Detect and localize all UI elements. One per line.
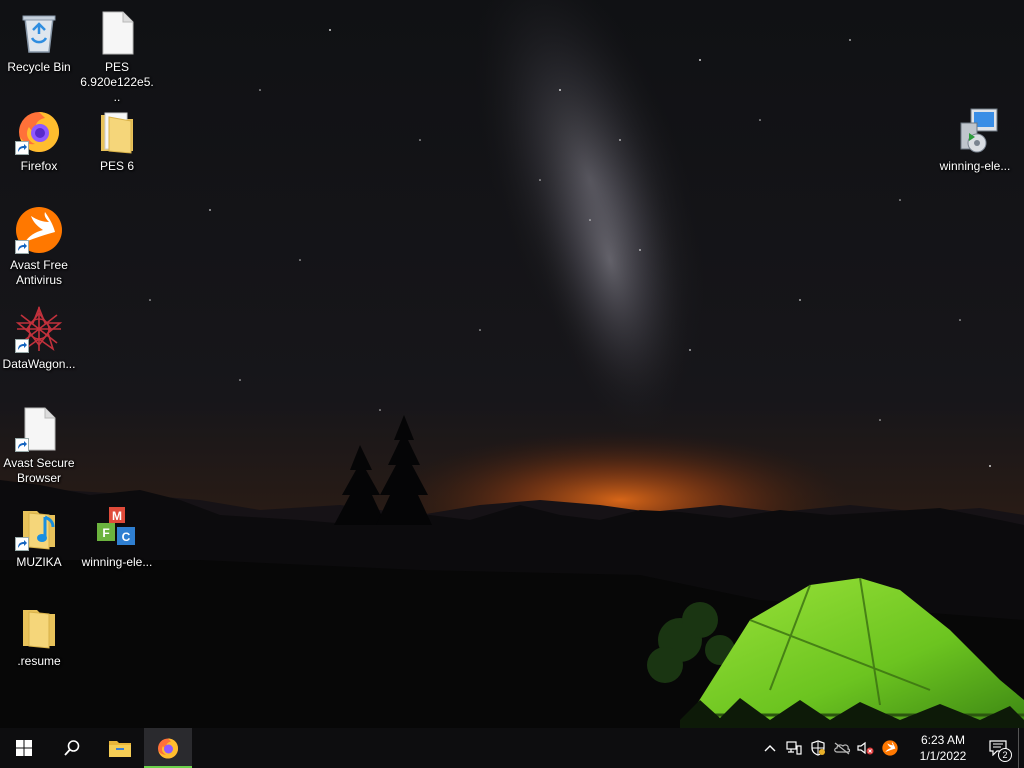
volume-muted-icon: [857, 741, 874, 755]
desktop-icon-avast-secure-browser[interactable]: Avast Secure Browser: [1, 398, 77, 490]
shield-icon: [811, 740, 825, 756]
desktop-icon-label: PES 6.920e122e5...: [80, 60, 154, 104]
desktop-icon-label: Avast Free Antivirus: [10, 258, 68, 287]
desktop-icon-pes6-folder[interactable]: PES 6: [79, 101, 155, 193]
svg-text:C: C: [122, 530, 131, 544]
avast-icon: [882, 740, 898, 756]
desktop-icon-recycle-bin[interactable]: Recycle Bin: [1, 2, 77, 94]
firefox-taskbar-button[interactable]: [144, 728, 192, 768]
blank-file-icon: [93, 8, 141, 56]
mfc-blocks-icon: M F C: [93, 503, 141, 551]
desktop-icon-avast-antivirus[interactable]: Avast Free Antivirus: [1, 200, 77, 292]
desktop-icon-label: winning-ele...: [81, 555, 153, 569]
volume-button[interactable]: [854, 728, 878, 768]
desktop-icon-firefox[interactable]: Firefox: [1, 101, 77, 193]
taskbar: 6:23 AM 1/1/2022 2: [0, 728, 1024, 768]
start-button[interactable]: [0, 728, 48, 768]
cloud-offline-icon: [834, 742, 851, 755]
desktop-icon-label: Firefox: [20, 159, 58, 173]
shortcut-arrow-icon: [15, 240, 29, 254]
file-explorer-button[interactable]: [96, 728, 144, 768]
network-button[interactable]: [782, 728, 806, 768]
desktop-icon-label: Avast Secure Browser: [3, 456, 75, 485]
desktop-icon-label: winning-ele...: [939, 159, 1011, 173]
network-icon: [786, 741, 802, 755]
avast-tray-button[interactable]: [878, 728, 902, 768]
desktop-icon-label: Recycle Bin: [7, 60, 71, 74]
folder-icon: [93, 107, 141, 155]
clock-date: 1/1/2022: [919, 749, 967, 763]
shortcut-arrow-icon: [15, 339, 29, 353]
music-folder-icon: [15, 503, 63, 551]
clock[interactable]: 6:23 AM 1/1/2022: [908, 728, 978, 768]
file-explorer-icon: [109, 741, 131, 757]
windows-security-button[interactable]: [806, 728, 830, 768]
desktop-icon-label: PES 6: [99, 159, 135, 173]
desktop-icon-label: .resume: [17, 654, 61, 668]
desktop-icon-label: DataWagon...: [2, 357, 76, 371]
search-button[interactable]: [48, 728, 96, 768]
clock-time: 6:23 AM: [920, 733, 966, 747]
action-center-button[interactable]: 2: [978, 728, 1018, 768]
shortcut-arrow-icon: [15, 141, 29, 155]
shortcut-arrow-icon: [15, 537, 29, 551]
firefox-icon: [15, 107, 63, 155]
firefox-icon: [158, 738, 178, 759]
desktop-icon-winning-eleven-installer[interactable]: winning-ele...: [937, 101, 1013, 193]
notification-count-badge: 2: [998, 748, 1012, 762]
svg-text:M: M: [112, 509, 122, 523]
show-desktop-button[interactable]: [1018, 728, 1024, 768]
chevron-up-icon: [764, 745, 776, 752]
blank-file-icon: [15, 404, 63, 452]
desktop-icon-pes-file[interactable]: PES 6.920e122e5...: [79, 2, 155, 104]
svg-text:F: F: [102, 526, 109, 540]
desktop-icon-resume-folder[interactable]: .resume: [1, 596, 77, 688]
avast-icon: [15, 206, 63, 254]
recycle-bin-icon: [15, 8, 63, 56]
show-hidden-icons-button[interactable]: [758, 728, 782, 768]
desktop-icon-winning-eleven-mfc[interactable]: M F C winning-ele...: [79, 497, 155, 589]
installer-icon: [951, 107, 999, 155]
desktop-icon-label: MUZIKA: [16, 555, 62, 569]
system-tray: 6:23 AM 1/1/2022 2: [758, 728, 1024, 768]
folder-icon: [15, 602, 63, 650]
onedrive-button[interactable]: [830, 728, 854, 768]
desktop-icon-muzika[interactable]: MUZIKA: [1, 497, 77, 589]
datawagon-star-icon: [15, 305, 63, 353]
shortcut-arrow-icon: [15, 438, 29, 452]
search-icon: [64, 740, 80, 756]
desktop-icon-datawagon[interactable]: DataWagon...: [1, 299, 77, 391]
windows-logo-icon: [16, 740, 32, 756]
